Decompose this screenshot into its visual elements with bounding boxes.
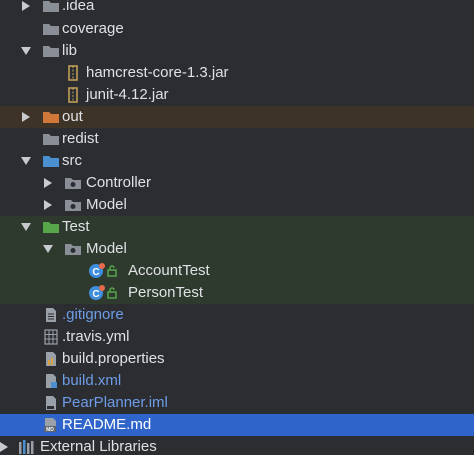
tree-item-label: Model [86,240,127,257]
jar-icon [64,65,82,81]
expand-arrow-icon[interactable] [20,111,32,123]
expand-arrow-icon[interactable] [0,441,10,453]
tree-row-pearplanner-iml[interactable]: PearPlanner.iml [0,392,474,414]
tree-item-label: redist [62,130,99,147]
expand-arrow-icon[interactable] [42,177,54,189]
collapse-arrow-icon[interactable] [20,221,32,233]
tree-row-model[interactable]: Model [0,194,474,216]
tree-row-lib[interactable]: lib [0,40,474,62]
tree-item-label: Test [62,218,90,235]
lock-icon [106,285,118,301]
excluded-folder-icon [42,109,60,125]
markdown-file-icon: MD [42,417,60,433]
text-file-icon [42,307,60,323]
tree-row-hamcrest-jar[interactable]: hamcrest-core-1.3.jar [0,62,474,84]
tree-row-coverage[interactable]: coverage [0,18,474,40]
jar-icon [64,87,82,103]
tree-item-label: out [62,108,83,125]
tree-item-label: PearPlanner.iml [62,394,168,411]
tree-row-readme-md[interactable]: MD README.md [0,414,474,436]
iml-file-icon [42,395,60,411]
expand-arrow-icon[interactable] [42,199,54,211]
folder-icon [42,21,60,37]
tree-row-test[interactable]: Test [0,216,474,238]
tree-item-label: External Libraries [40,438,157,455]
svg-text:C: C [92,289,99,300]
properties-file-icon [42,351,60,367]
collapse-arrow-icon[interactable] [20,155,32,167]
test-class-icon: C [88,263,106,279]
folder-icon [42,43,60,59]
tree-row-accounttest[interactable]: C AccountTest [0,260,474,282]
tree-row-test-model[interactable]: Model [0,238,474,260]
package-icon [64,241,82,257]
tree-row-build-properties[interactable]: build.properties [0,348,474,370]
tree-item-label: build.properties [62,350,165,367]
tree-item-label: Controller [86,174,152,191]
lock-icon [106,263,118,279]
test-folder-icon [42,219,60,235]
tree-item-label: src [62,152,82,169]
yaml-file-icon [42,329,60,345]
tree-item-label: lib [62,42,78,59]
tree-item-label: coverage [62,20,124,37]
tree-item-label: README.md [62,416,152,433]
tree-item-label: hamcrest-core-1.3.jar [86,64,229,81]
tree-item-label: PersonTest [128,284,204,301]
source-folder-icon [42,153,60,169]
tree-row-persontest[interactable]: C PersonTest [0,282,474,304]
tree-row-idea[interactable]: . idea [0,0,474,17]
svg-text:C: C [92,267,99,278]
test-class-icon: C [88,285,106,301]
tree-row-controller[interactable]: Controller [0,172,474,194]
project-tree: . idea coverage lib hamcrest-core-1.3.ja… [0,0,474,455]
collapse-arrow-icon[interactable] [20,45,32,57]
tree-row-junit-jar[interactable]: junit-4.12.jar [0,84,474,106]
tree-item-label: junit-4.12.jar [86,86,169,103]
package-icon [64,197,82,213]
expand-arrow-icon[interactable] [20,0,32,12]
tree-row-out[interactable]: out [0,106,474,128]
folder-icon [42,131,60,147]
tree-item-label: build.xml [62,372,122,389]
tree-row-gitignore[interactable]: .gitignore [0,304,474,326]
tree-row-redist[interactable]: redist [0,128,474,150]
tree-row-external-libraries[interactable]: External Libraries [0,436,474,455]
collapse-arrow-icon[interactable] [42,243,54,255]
tree-item-label: Model [86,196,127,213]
tree-item-label: .gitignore [62,306,124,323]
tree-item-label: AccountTest [128,262,210,279]
package-icon [64,175,82,191]
folder-icon [42,0,60,14]
tree-row-src[interactable]: src [0,150,474,172]
libraries-icon [18,439,36,455]
tree-row-build-xml[interactable]: build.xml [0,370,474,392]
tree-item-label: idea [66,0,95,14]
xml-file-icon [42,373,60,389]
tree-row-travis-yml[interactable]: .travis.yml [0,326,474,348]
tree-item-label: .travis.yml [62,328,130,345]
svg-text:MD: MD [46,427,54,433]
